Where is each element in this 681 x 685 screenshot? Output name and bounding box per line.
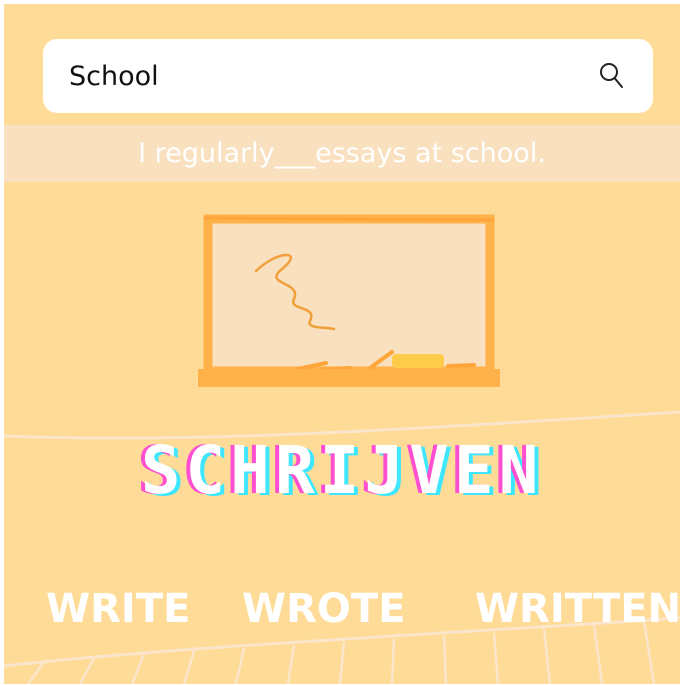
- word-title: SCHRIJVEN: [140, 432, 544, 509]
- flashcard: School I regularly___essays at school. S…: [4, 4, 680, 684]
- search-bar[interactable]: School: [43, 39, 653, 113]
- verb-form-past: WROTE: [242, 586, 406, 632]
- prompt-sentence: I regularly___essays at school.: [138, 138, 546, 169]
- verb-form-infinitive: WRITE: [46, 586, 191, 632]
- prompt-band: I regularly___essays at school.: [4, 125, 680, 182]
- search-input[interactable]: School: [69, 61, 597, 92]
- search-icon[interactable]: [597, 61, 627, 91]
- verb-forms: WRITE WROTE WRITTEN: [4, 586, 680, 646]
- verb-form-participle: WRITTEN: [475, 586, 680, 632]
- chalkboard-icon: [198, 214, 500, 387]
